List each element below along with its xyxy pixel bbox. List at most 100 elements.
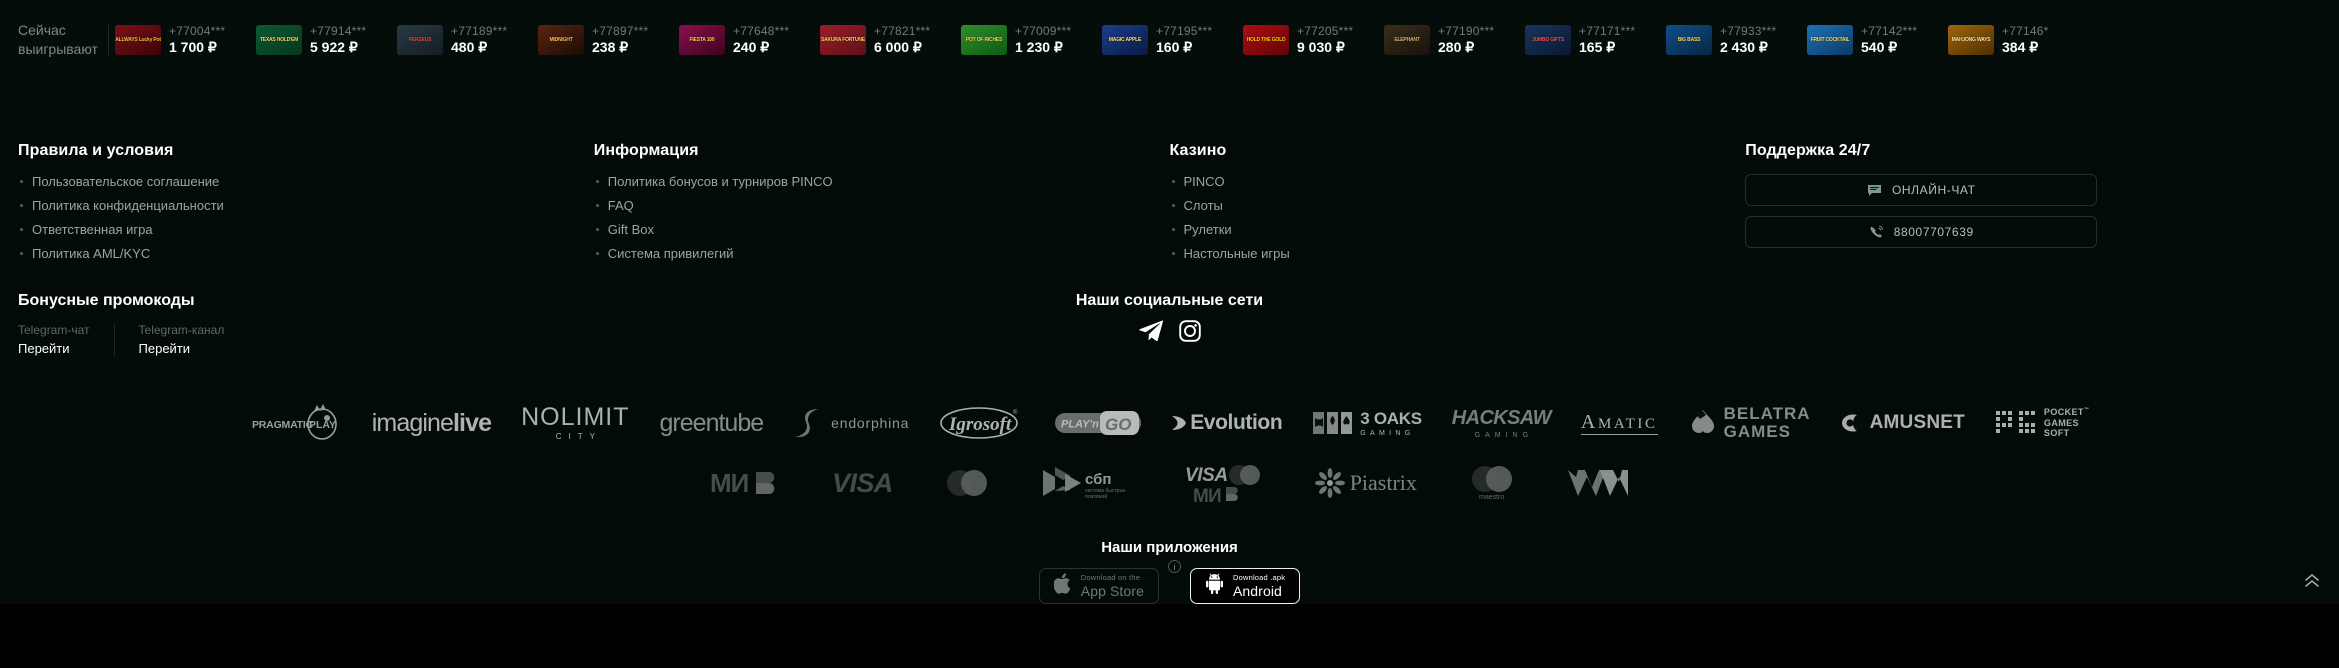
winner-amount: 280 ₽: [1438, 39, 1475, 55]
winner-item[interactable]: POT OF RICHES +77009*** 1 230 ₽: [961, 25, 1102, 55]
winner-game-thumbnail[interactable]: SAKURA FORTUNE: [820, 25, 866, 55]
footer-link[interactable]: Gift Box: [594, 222, 1170, 237]
footer-link[interactable]: Настольные игры: [1170, 246, 1746, 261]
footer-link[interactable]: Ответственная игра: [18, 222, 594, 237]
instagram-icon[interactable]: [1178, 320, 1201, 347]
footer-column-title: Информация: [593, 142, 699, 159]
footer-link[interactable]: Рулетки: [1170, 222, 1746, 237]
provider-logo-amusnet[interactable]: AMUSNET: [1841, 403, 1965, 443]
winner-item[interactable]: ELEPHANT +77190*** 280 ₽: [1384, 25, 1525, 55]
ticker-divider: [108, 25, 109, 55]
info-icon[interactable]: i: [1167, 560, 1181, 573]
winner-phone: +77171***: [1579, 25, 1636, 38]
winner-info: +77190*** 280 ₽: [1438, 25, 1494, 55]
footer-links-rules: Пользовательское соглашение Политика кон…: [18, 174, 594, 261]
support-buttons: ОНЛАЙН-ЧАТ 88007707639: [1745, 174, 2098, 248]
payment-logo-visa-mir-mastercard: VISA МИ: [1185, 465, 1263, 503]
provider-logo-pg-soft[interactable]: POCKET™ GAMES SOFT: [1995, 403, 2089, 443]
telegram-icon[interactable]: [1138, 320, 1163, 347]
provider-logo-imaginelive[interactable]: imagine live: [372, 403, 492, 443]
winner-amount: 160 ₽: [1156, 39, 1193, 55]
svg-text:VISA: VISA: [1185, 465, 1228, 486]
footer-link[interactable]: Система привилегий: [594, 246, 1170, 261]
winner-game-thumbnail[interactable]: PERSEUS: [397, 25, 443, 55]
support-phone-button[interactable]: 88007707639: [1745, 216, 2098, 248]
winner-amount: 6 000 ₽: [874, 39, 922, 55]
support-phone-label: 88007707639: [1893, 225, 1974, 239]
winner-game-thumbnail[interactable]: MIDNIGHT: [538, 25, 584, 55]
svg-text:PLAY'n: PLAY'n: [1061, 419, 1099, 431]
payment-logo-sbp: сбп система быстрых платежей: [1041, 466, 1133, 500]
footer-link[interactable]: Слоты: [1170, 198, 1746, 213]
winner-game-thumbnail[interactable]: ELEPHANT: [1384, 25, 1430, 55]
winner-item[interactable]: JUMBO GIFTS +77171*** 165 ₽: [1525, 25, 1666, 55]
winner-item[interactable]: MIDNIGHT +77897*** 238 ₽: [538, 25, 679, 55]
provider-logo-playngo[interactable]: PLAY'n GO: [1055, 403, 1142, 443]
footer-link[interactable]: Политика бонусов и турниров PINCO: [594, 174, 1170, 189]
winner-item[interactable]: MAGIC APPLE +77195*** 160 ₽: [1102, 25, 1243, 55]
winner-phone: +77189***: [451, 25, 508, 38]
footer-link[interactable]: Пользовательское соглашение: [18, 174, 594, 189]
svg-text:GO: GO: [1105, 415, 1131, 434]
winner-info: +77914*** 5 922 ₽: [310, 25, 366, 55]
provider-logo-hacksaw-gaming[interactable]: HACKSAW GAMING: [1452, 403, 1552, 443]
provider-logo-belatra-games[interactable]: BELATRA GAMES: [1688, 403, 1811, 443]
ticker-label-line1: Сейчас: [18, 22, 66, 38]
game-providers-row: PRAGMATIC PLAY imagine live NOLIMIT CITY …: [0, 401, 2339, 445]
winner-game-thumbnail[interactable]: BIG BASS: [1666, 25, 1712, 55]
provider-logo-nolimit-city[interactable]: NOLIMIT CITY: [521, 403, 629, 443]
provider-logo-igrosoft[interactable]: Igrosoft ®: [939, 403, 1025, 443]
winner-amount: 165 ₽: [1579, 39, 1616, 55]
winner-game-thumbnail[interactable]: TEXAS HOLD'EM: [256, 25, 302, 55]
footer-link[interactable]: FAQ: [594, 198, 1170, 213]
winner-item[interactable]: PERSEUS +77189*** 480 ₽: [397, 25, 538, 55]
winner-item[interactable]: FIESTA 100 +77648*** 240 ₽: [679, 25, 820, 55]
winner-item[interactable]: ALLWAYS Lucky Pot +77004*** 1 700 ₽: [115, 25, 256, 55]
winner-amount: 238 ₽: [592, 39, 629, 55]
winner-info: +77009*** 1 230 ₽: [1015, 25, 1071, 55]
footer-column-title: Правила и условия: [18, 142, 174, 159]
app-store-button[interactable]: Download on the App Store: [1038, 568, 1159, 604]
social-networks-block: Наши социальные сети: [0, 292, 2339, 347]
provider-logo-3-oaks-gaming[interactable]: 3 OAKS GAMING: [1312, 403, 1422, 443]
winner-game-thumbnail[interactable]: FIESTA 100: [679, 25, 725, 55]
svg-text:PRAGMATIC: PRAGMATIC: [252, 419, 314, 431]
scroll-to-top-button[interactable]: [2301, 570, 2323, 592]
winner-item[interactable]: BIG BASS +77933*** 2 430 ₽: [1666, 25, 1807, 55]
winner-amount: 5 922 ₽: [310, 39, 358, 55]
winner-game-thumbnail[interactable]: MAHJONG WAYS: [1948, 25, 1994, 55]
winner-item[interactable]: MAHJONG WAYS +77146* 384 ₽: [1948, 25, 2089, 55]
promo-social-row: Бонусные промокоды Telegram-чат Перейти …: [0, 292, 2339, 357]
provider-logo-endorphina[interactable]: endorphina: [793, 403, 909, 443]
winner-game-thumbnail[interactable]: ALLWAYS Lucky Pot: [115, 25, 161, 55]
winner-phone: +77146*: [2002, 25, 2049, 38]
android-apk-button[interactable]: Download .apk Android: [1189, 568, 1301, 604]
footer-link[interactable]: Политика AML/KYC: [18, 246, 594, 261]
winner-item[interactable]: FRUIT COCKTAIL +77142*** 540 ₽: [1807, 25, 1948, 55]
provider-logo-pragmatic-play[interactable]: PRAGMATIC PLAY: [250, 403, 342, 443]
provider-logo-greentube[interactable]: greentube: [660, 403, 765, 443]
footer-link[interactable]: PINCO: [1170, 174, 1746, 189]
footer-column-title: Казино: [1169, 142, 1227, 159]
winner-info: +77195*** 160 ₽: [1156, 25, 1212, 55]
winner-item[interactable]: HOLD THE GOLD +77205*** 9 030 ₽: [1243, 25, 1384, 55]
winner-game-thumbnail[interactable]: JUMBO GIFTS: [1525, 25, 1571, 55]
android-icon: [1205, 573, 1224, 599]
provider-logo-evolution[interactable]: Evolution: [1171, 403, 1283, 443]
winner-amount: 540 ₽: [1861, 39, 1898, 55]
footer-column-information: Информация Политика бонусов и турниров P…: [594, 142, 1170, 270]
winner-phone: +77190***: [1438, 25, 1495, 38]
winner-phone: +77195***: [1156, 25, 1213, 38]
winner-game-thumbnail[interactable]: MAGIC APPLE: [1102, 25, 1148, 55]
winner-game-thumbnail[interactable]: FRUIT COCKTAIL: [1807, 25, 1853, 55]
winner-game-thumbnail[interactable]: POT OF RICHES: [961, 25, 1007, 55]
footer-link[interactable]: Политика конфиденциальности: [18, 198, 594, 213]
winner-amount: 240 ₽: [733, 39, 770, 55]
winner-item[interactable]: TEXAS HOLD'EM +77914*** 5 922 ₽: [256, 25, 397, 55]
winner-item[interactable]: SAKURA FORTUNE +77821*** 6 000 ₽: [820, 25, 961, 55]
provider-logo-amatic[interactable]: AMATIC: [1580, 403, 1658, 443]
winner-game-thumbnail[interactable]: HOLD THE GOLD: [1243, 25, 1289, 55]
winner-amount: 1 700 ₽: [169, 39, 217, 55]
footer-column-rules: Правила и условия Пользовательское согла…: [18, 142, 594, 270]
online-chat-button[interactable]: ОНЛАЙН-ЧАТ: [1745, 174, 2098, 206]
